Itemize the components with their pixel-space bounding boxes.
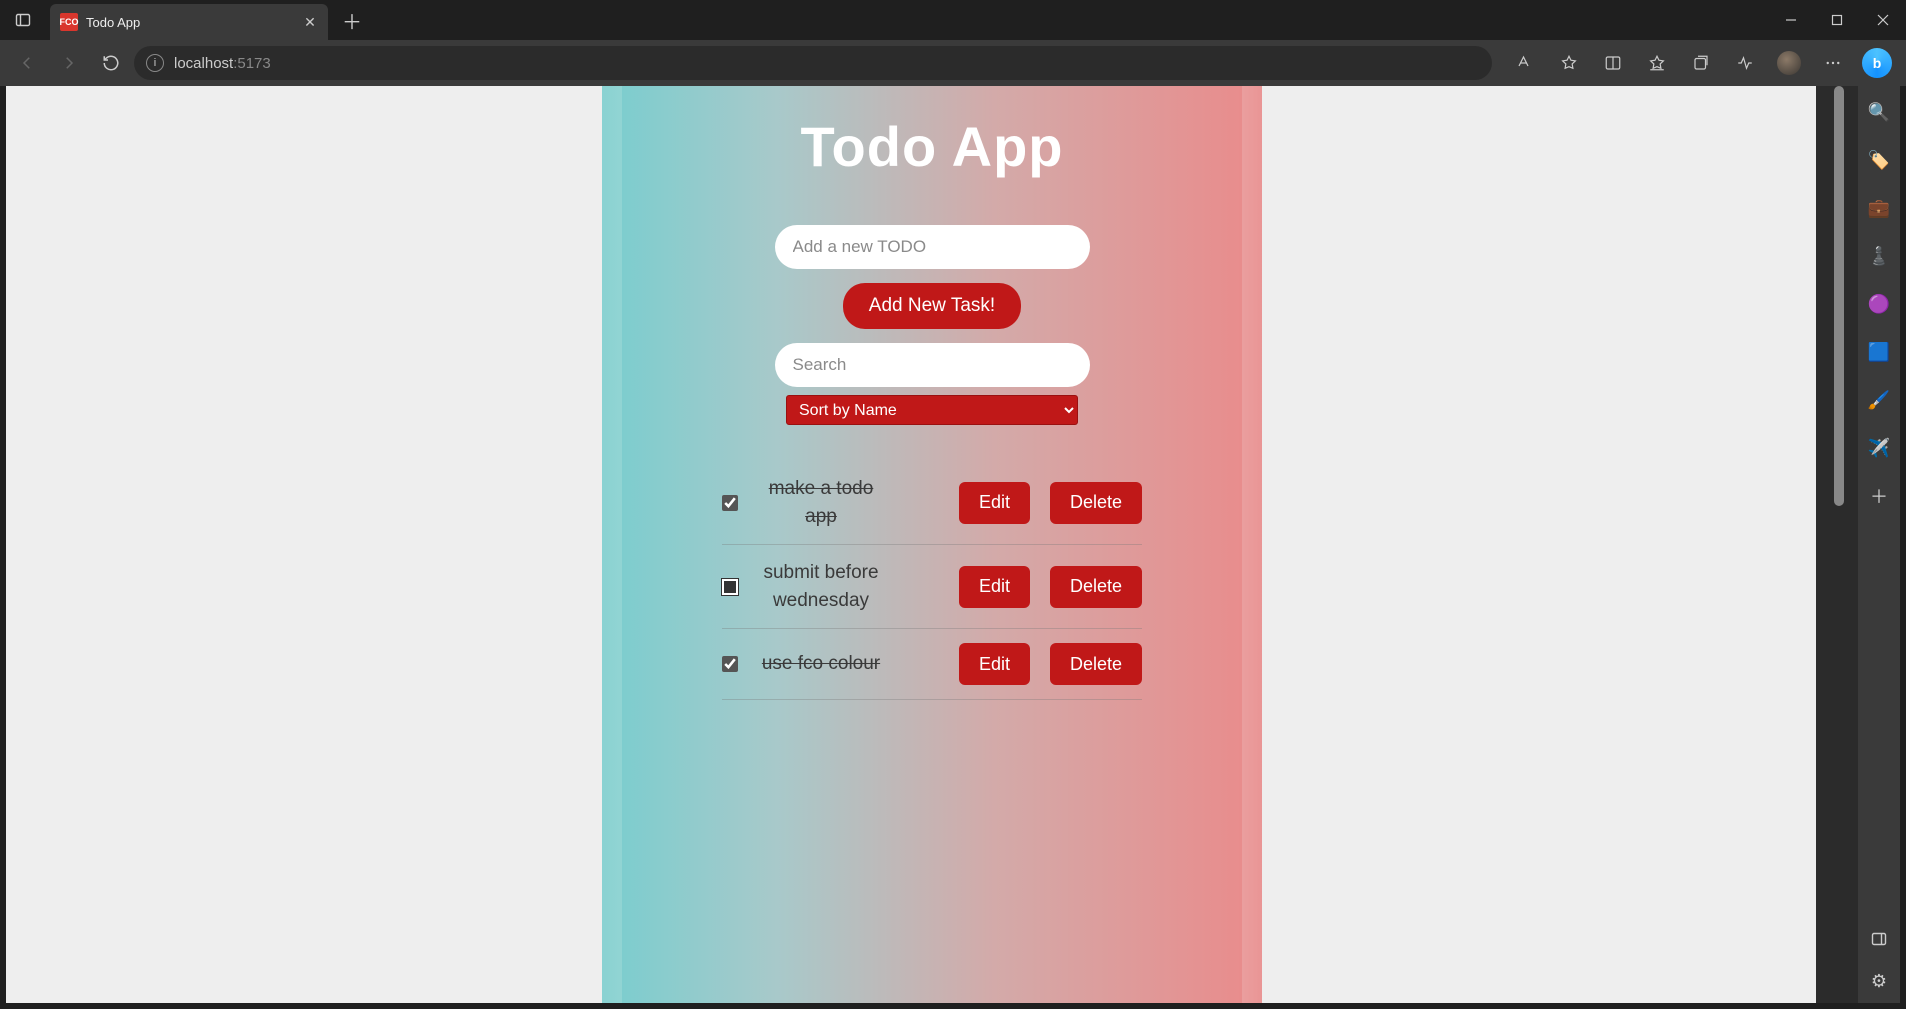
sidebar-hide-icon[interactable] [1867, 927, 1891, 951]
favorites-list-icon[interactable] [1636, 44, 1678, 82]
url-host: localhost [174, 55, 233, 72]
read-aloud-icon[interactable] [1504, 44, 1546, 82]
todo-row: use fco colour Edit Delete [722, 629, 1142, 700]
tab-bar: FCO Todo App ✕ ＋ [0, 0, 1906, 40]
toolbar-right [1504, 44, 1898, 82]
nav-refresh-button[interactable] [92, 44, 130, 82]
todo-actions: Edit Delete [959, 482, 1142, 524]
edit-button[interactable]: Edit [959, 643, 1030, 685]
tab-title: Todo App [86, 15, 294, 30]
window-minimize-button[interactable] [1768, 0, 1814, 40]
sidebar-drop-icon[interactable]: ✈️ [1867, 436, 1891, 460]
collections-icon[interactable] [1680, 44, 1722, 82]
sidebar-tools-icon[interactable]: 💼 [1867, 196, 1891, 220]
profile-avatar[interactable] [1768, 44, 1810, 82]
sidebar-shopping-icon[interactable]: 🏷️ [1867, 148, 1891, 172]
todo-checkbox[interactable] [722, 579, 738, 595]
todo-checkbox[interactable] [722, 495, 738, 511]
delete-button[interactable]: Delete [1050, 482, 1142, 524]
edit-button[interactable]: Edit [959, 482, 1030, 524]
sidebar-search-icon[interactable]: 🔍 [1867, 100, 1891, 124]
page-title: Todo App [800, 114, 1063, 179]
todo-actions: Edit Delete [959, 643, 1142, 685]
viewport: Todo App Add New Task! Sort by Name make… [6, 86, 1858, 1003]
site-info-icon[interactable]: i [146, 54, 164, 72]
new-tab-button[interactable]: ＋ [336, 4, 368, 36]
url-port: :5173 [233, 55, 271, 72]
favorite-icon[interactable] [1548, 44, 1590, 82]
delete-button[interactable]: Delete [1050, 566, 1142, 608]
sidebar-add-icon[interactable]: ＋ [1867, 484, 1891, 508]
todo-text: make a todo app [756, 475, 886, 530]
url-text: localhost:5173 [174, 55, 271, 72]
page: Todo App Add New Task! Sort by Name make… [6, 86, 1858, 1003]
vertical-scrollbar[interactable] [1816, 86, 1858, 1003]
split-screen-icon[interactable] [1592, 44, 1634, 82]
add-todo-input[interactable] [775, 225, 1090, 269]
scrollbar-thumb[interactable] [1834, 86, 1844, 506]
todo-text: use fco colour [756, 650, 886, 678]
sidebar-outlook-icon[interactable]: 🟦 [1867, 340, 1891, 364]
todo-checkbox[interactable] [722, 656, 738, 672]
sort-select[interactable]: Sort by Name [786, 395, 1078, 425]
tab-actions-icon[interactable] [6, 3, 40, 37]
delete-button[interactable]: Delete [1050, 643, 1142, 685]
window-close-button[interactable] [1860, 0, 1906, 40]
nav-forward-button [50, 44, 88, 82]
window-controls [1768, 0, 1906, 40]
search-input[interactable] [775, 343, 1090, 387]
todo-actions: Edit Delete [959, 566, 1142, 608]
todo-row: make a todo app Edit Delete [722, 461, 1142, 545]
tab-close-button[interactable]: ✕ [302, 14, 318, 30]
more-menu-icon[interactable] [1812, 44, 1854, 82]
performance-icon[interactable] [1724, 44, 1766, 82]
address-bar: i localhost:5173 [0, 40, 1906, 86]
add-task-button[interactable]: Add New Task! [843, 283, 1021, 329]
bing-chat-icon[interactable] [1856, 44, 1898, 82]
todo-row: submit before wednesday Edit Delete [722, 545, 1142, 629]
browser-tab[interactable]: FCO Todo App ✕ [50, 4, 328, 40]
sidebar-settings-icon[interactable]: ⚙ [1867, 969, 1891, 993]
sidebar-image-edit-icon[interactable]: 🖌️ [1867, 388, 1891, 412]
todo-text: submit before wednesday [756, 559, 886, 614]
todo-list: make a todo appEditDeletesubmit before w… [722, 461, 1142, 700]
sidebar-games-icon[interactable]: ♟️ [1867, 244, 1891, 268]
window-maximize-button[interactable] [1814, 0, 1860, 40]
edit-button[interactable]: Edit [959, 566, 1030, 608]
sidebar-office-icon[interactable]: 🟣 [1867, 292, 1891, 316]
url-box[interactable]: i localhost:5173 [134, 46, 1492, 80]
edge-sidebar: 🔍 🏷️ 💼 ♟️ 🟣 🟦 🖌️ ✈️ ＋ ⚙ [1858, 86, 1900, 1003]
app-container: Todo App Add New Task! Sort by Name make… [622, 86, 1242, 1003]
nav-back-button[interactable] [8, 44, 46, 82]
tab-favicon-icon: FCO [60, 13, 78, 31]
